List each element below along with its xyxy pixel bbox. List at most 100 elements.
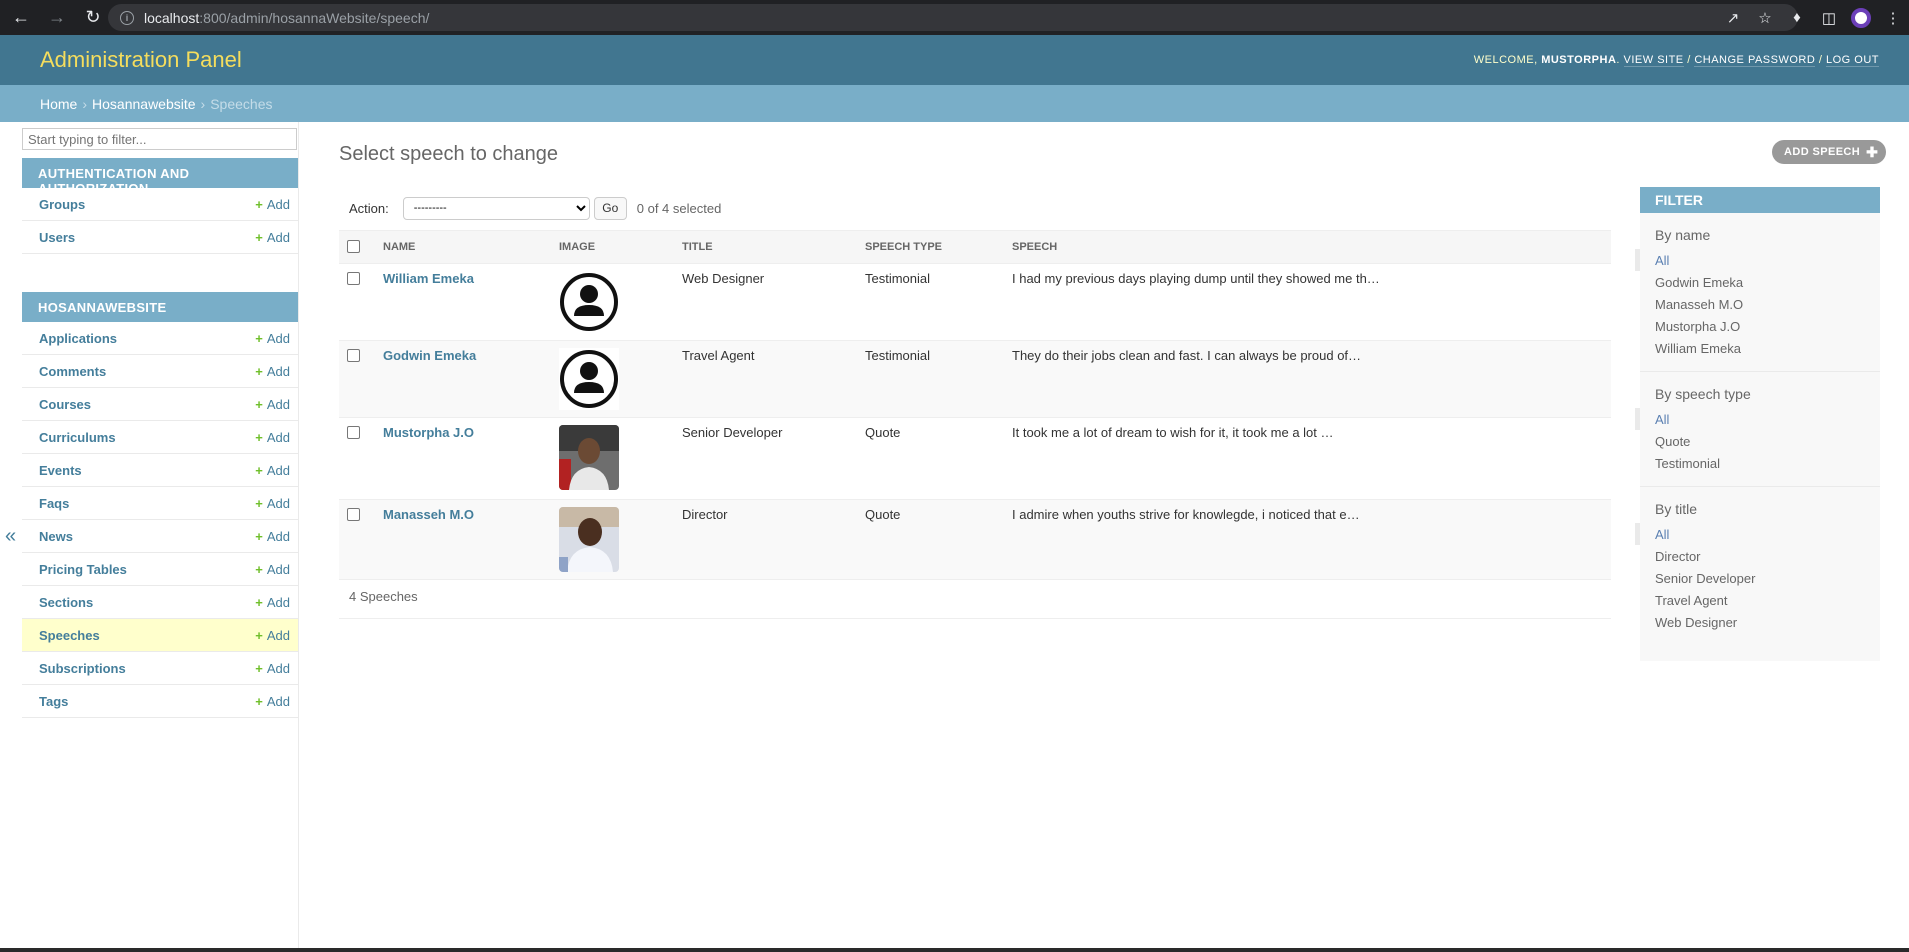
sidebar-add-link[interactable]: + Add xyxy=(255,331,290,346)
sidebar-item-label[interactable]: Subscriptions xyxy=(39,661,126,676)
sidebar-add-link[interactable]: + Add xyxy=(255,197,290,212)
sidebar-add-link[interactable]: + Add xyxy=(255,529,290,544)
sidebar-item-label[interactable]: Comments xyxy=(39,364,106,379)
speech-type-cell: Quote xyxy=(857,499,1004,580)
sidebar-item-speeches[interactable]: Speeches + Add xyxy=(22,619,298,652)
sidebar-item-comments[interactable]: Comments + Add xyxy=(22,355,298,388)
sidebar-add-link[interactable]: + Add xyxy=(255,463,290,478)
filter-options-list: All Quote Testimonial xyxy=(1635,408,1880,487)
filter-option-mustorpha-j-o[interactable]: Mustorpha J.O xyxy=(1635,315,1880,337)
extensions-puzzle-icon[interactable]: ♦ xyxy=(1781,2,1813,34)
sidebar-add-link[interactable]: + Add xyxy=(255,364,290,379)
sidebar-add-link[interactable]: + Add xyxy=(255,496,290,511)
add-speech-button[interactable]: Add Speech ✚ xyxy=(1772,140,1887,164)
table-row: Mustorpha J.O Senior Developer Quote It too… xyxy=(339,417,1611,500)
sidebar-item-sections[interactable]: Sections + Add xyxy=(22,586,298,619)
speech-name-link[interactable]: Godwin Emeka xyxy=(383,348,476,363)
column-header-name[interactable]: Name xyxy=(375,230,551,264)
sidebar-item-subscriptions[interactable]: Subscriptions + Add xyxy=(22,652,298,685)
sidebar-item-label[interactable]: Tags xyxy=(39,694,68,709)
change-password-link[interactable]: Change password xyxy=(1694,54,1816,67)
sidebar-item-label[interactable]: Events xyxy=(39,463,82,478)
sidebar-item-curriculums[interactable]: Curriculums + Add xyxy=(22,421,298,454)
sidebar-item-news[interactable]: News + Add xyxy=(22,520,298,553)
filter-option-all[interactable]: All xyxy=(1635,523,1880,545)
filter-option-all[interactable]: All xyxy=(1635,408,1880,430)
filter-option-manasseh-m-o[interactable]: Manasseh M.O xyxy=(1635,293,1880,315)
side-panel-icon[interactable]: ◫ xyxy=(1813,2,1845,34)
sidebar-item-applications[interactable]: Applications + Add xyxy=(22,322,298,355)
column-header-speech[interactable]: Speech xyxy=(1004,230,1611,264)
column-header-speech-type[interactable]: Speech type xyxy=(857,230,1004,264)
plus-icon: + xyxy=(255,363,263,379)
row-checkbox[interactable] xyxy=(347,508,360,521)
address-bar[interactable]: i localhost:800/admin/hosannaWebsite/spe… xyxy=(108,4,1798,31)
go-button[interactable]: Go xyxy=(593,196,627,220)
filter-option-web-designer[interactable]: Web Designer xyxy=(1635,611,1880,633)
speech-name-link[interactable]: William Emeka xyxy=(383,271,474,286)
sidebar-add-link[interactable]: + Add xyxy=(255,694,290,709)
bookmark-star-icon[interactable]: ☆ xyxy=(1749,2,1781,34)
title-cell: Travel Agent xyxy=(674,340,857,418)
sidebar-item-users[interactable]: Users + Add xyxy=(22,221,298,254)
sidebar-add-link[interactable]: + Add xyxy=(255,595,290,610)
row-checkbox[interactable] xyxy=(347,349,360,362)
app-module-caption[interactable]: Hosannawebsite xyxy=(22,292,298,322)
sidebar-item-label[interactable]: Pricing Tables xyxy=(39,562,127,577)
filter-option-travel-agent[interactable]: Travel Agent xyxy=(1635,589,1880,611)
sidebar-item-label[interactable]: Users xyxy=(39,230,75,245)
plus-icon: + xyxy=(255,196,263,212)
filter-option-senior-developer[interactable]: Senior Developer xyxy=(1635,567,1880,589)
browser-menu-icon[interactable]: ⋮ xyxy=(1877,2,1909,34)
sidebar-item-label[interactable]: Courses xyxy=(39,397,91,412)
sidebar-item-label[interactable]: Speeches xyxy=(39,628,100,643)
breadcrumb-home[interactable]: Home xyxy=(40,96,77,112)
sidebar-item-label[interactable]: Groups xyxy=(39,197,85,212)
back-arrow-icon[interactable]: ← xyxy=(6,3,36,33)
sidebar-add-link[interactable]: + Add xyxy=(255,430,290,445)
sidebar-item-label[interactable]: Sections xyxy=(39,595,93,610)
sidebar-add-link[interactable]: + Add xyxy=(255,661,290,676)
site-branding[interactable]: Administration Panel xyxy=(40,47,242,73)
sidebar-add-link[interactable]: + Add xyxy=(255,628,290,643)
speech-name-link[interactable]: Mustorpha J.O xyxy=(383,425,474,440)
filter-option-testimonial[interactable]: Testimonial xyxy=(1635,452,1880,474)
filter-option-all[interactable]: All xyxy=(1635,249,1880,271)
auth-module-caption[interactable]: Authentication and Authorization xyxy=(22,158,298,196)
sidebar-item-label[interactable]: News xyxy=(39,529,73,544)
filter-option-director[interactable]: Director xyxy=(1635,545,1880,567)
sidebar-add-link[interactable]: + Add xyxy=(255,230,290,245)
add-label: Add xyxy=(266,660,290,676)
site-info-icon[interactable]: i xyxy=(120,10,134,25)
action-select[interactable]: --------- xyxy=(402,196,590,220)
sidebar-item-pricing-tables[interactable]: Pricing Tables + Add xyxy=(22,553,298,586)
view-site-link[interactable]: View site xyxy=(1623,54,1684,67)
filter-option-godwin-emeka[interactable]: Godwin Emeka xyxy=(1635,271,1880,293)
sidebar-item-courses[interactable]: Courses + Add xyxy=(22,388,298,421)
sidebar-item-label[interactable]: Curriculums xyxy=(39,430,116,445)
row-checkbox[interactable] xyxy=(347,272,360,285)
column-header-title[interactable]: Title xyxy=(674,230,857,264)
filter-option-quote[interactable]: Quote xyxy=(1635,430,1880,452)
nav-filter-input[interactable] xyxy=(22,128,297,150)
share-icon[interactable]: ↗ xyxy=(1717,2,1749,34)
breadcrumb-app[interactable]: Hosannawebsite xyxy=(92,96,196,112)
log-out-link[interactable]: Log out xyxy=(1825,54,1879,67)
forward-arrow-icon[interactable]: → xyxy=(42,3,72,33)
filter-option-william-emeka[interactable]: William Emeka xyxy=(1635,337,1880,359)
profile-avatar[interactable] xyxy=(1845,2,1877,34)
column-header-image[interactable]: Image xyxy=(551,230,674,264)
reload-icon[interactable]: ↻ xyxy=(78,3,108,33)
add-label: Add xyxy=(266,495,290,511)
sidebar-add-link[interactable]: + Add xyxy=(255,397,290,412)
sidebar-item-label[interactable]: Faqs xyxy=(39,496,69,511)
sidebar-item-events[interactable]: Events + Add xyxy=(22,454,298,487)
sidebar-item-label[interactable]: Applications xyxy=(39,331,117,346)
sidebar-item-tags[interactable]: Tags + Add xyxy=(22,685,298,718)
select-all-checkbox[interactable] xyxy=(347,239,360,253)
row-checkbox[interactable] xyxy=(347,426,360,439)
collapse-sidebar-toggle[interactable]: « xyxy=(5,525,16,548)
sidebar-item-faqs[interactable]: Faqs + Add xyxy=(22,487,298,520)
sidebar-add-link[interactable]: + Add xyxy=(255,562,290,577)
speech-name-link[interactable]: Manasseh M.O xyxy=(383,507,474,522)
